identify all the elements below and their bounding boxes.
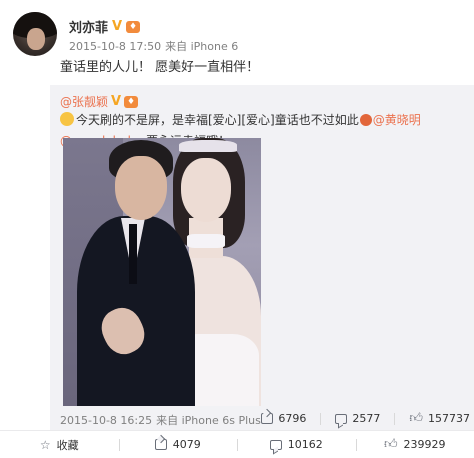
share-button[interactable]: 4079 — [119, 431, 238, 458]
repost-share-count: 6796 — [278, 412, 306, 425]
member-grade-icon: ♦ — [124, 96, 138, 108]
repost-comment-count: 2577 — [352, 412, 380, 425]
repost-source: 来自 iPhone 6s Plus — [156, 414, 261, 427]
author-name[interactable]: 刘亦菲 — [69, 17, 108, 36]
repost-text-part1: 今天刷的不是屏，是幸福[爱心][爱心]童话也不过如此 — [76, 113, 359, 127]
repost-share-button[interactable]: 6796 — [261, 412, 306, 425]
repost-like-button[interactable]: 👍︎ 157737 — [409, 412, 470, 425]
wedding-photo[interactable] — [63, 138, 261, 406]
share-count: 4079 — [173, 438, 201, 451]
repost-footer: 2015-10-8 16:25 来自 iPhone 6s Plus 6796 25… — [60, 412, 470, 428]
star-icon: ☆ — [40, 438, 51, 452]
share-icon — [155, 439, 167, 450]
verified-icon: V — [112, 19, 122, 34]
verified-icon: V — [111, 94, 121, 109]
member-grade-icon: ♦ — [126, 21, 140, 33]
comment-button[interactable]: 10162 — [237, 431, 356, 458]
post-timestamp[interactable]: 2015-10-8 17:50 — [69, 40, 161, 53]
repost-card: @张靓颖 V ♦ 今天刷的不是屏，是幸福[爱心][爱心]童话也不过如此@黄晓明 … — [50, 85, 474, 430]
divider — [320, 413, 321, 425]
repost-like-count: 157737 — [428, 412, 470, 425]
comment-icon — [335, 414, 347, 424]
favorite-label: 收藏 — [57, 437, 79, 453]
post-header: 刘亦菲 V ♦ — [69, 17, 140, 36]
repost-stats: 6796 2577 👍︎ 157737 — [261, 412, 470, 425]
post-source: 来自 iPhone 6 — [165, 40, 238, 53]
repost-meta: 2015-10-8 16:25 来自 iPhone 6s Plus — [60, 412, 261, 428]
emoji-icon — [60, 112, 74, 126]
like-icon: 👍︎ — [409, 412, 423, 425]
repost-comment-button[interactable]: 2577 — [335, 412, 380, 425]
favorite-button[interactable]: ☆ 收藏 — [0, 431, 119, 458]
mention-link[interactable]: @黄晓明 — [373, 113, 421, 127]
like-icon: 👍︎ — [384, 438, 398, 451]
post-text: 童话里的人儿！ 愿美好一直相伴！ — [60, 56, 259, 75]
avatar-emoji-icon — [360, 114, 372, 126]
like-count: 239929 — [404, 438, 446, 451]
comment-icon — [270, 440, 282, 450]
like-button[interactable]: 👍︎ 239929 — [356, 431, 474, 458]
repost-timestamp[interactable]: 2015-10-8 16:25 — [60, 414, 152, 427]
post-meta: 2015-10-8 17:50 来自 iPhone 6 — [69, 38, 238, 54]
repost-header: @张靓颖 V ♦ — [60, 93, 138, 110]
divider — [394, 413, 395, 425]
action-bar: ☆ 收藏 4079 10162 👍︎ 239929 — [0, 430, 474, 458]
repost-author[interactable]: @张靓颖 — [60, 93, 108, 110]
post-avatar[interactable] — [13, 12, 57, 56]
share-icon — [261, 413, 273, 424]
comment-count: 10162 — [288, 438, 323, 451]
